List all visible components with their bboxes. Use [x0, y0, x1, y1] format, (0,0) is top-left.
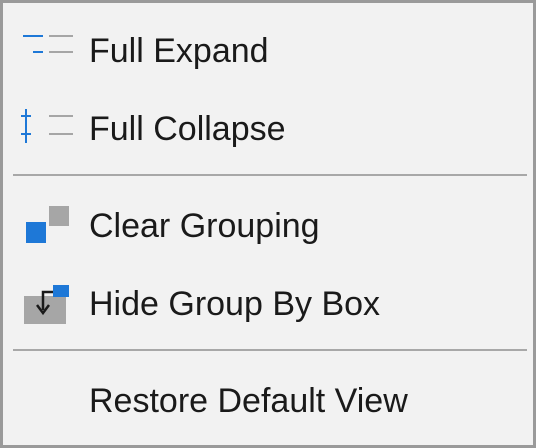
- menu-item-hide-group-by-box[interactable]: Hide Group By Box: [3, 269, 533, 339]
- menu-item-label: Full Collapse: [89, 110, 286, 148]
- menu-item-label: Restore Default View: [89, 382, 408, 420]
- context-menu: Full Expand Full Collapse Clear Grouping: [0, 0, 536, 448]
- menu-item-label: Clear Grouping: [89, 207, 320, 245]
- menu-item-clear-grouping[interactable]: Clear Grouping: [3, 191, 533, 261]
- menu-item-label: Full Expand: [89, 32, 269, 70]
- menu-item-restore-default-view[interactable]: Restore Default View: [3, 366, 533, 436]
- menu-item-full-expand[interactable]: Full Expand: [3, 16, 533, 86]
- clear-grouping-icon: [19, 204, 75, 248]
- full-collapse-icon: [19, 107, 75, 151]
- full-expand-icon: [19, 29, 75, 73]
- menu-item-label: Hide Group By Box: [89, 285, 381, 323]
- menu-item-full-collapse[interactable]: Full Collapse: [3, 94, 533, 164]
- menu-separator: [13, 349, 527, 351]
- menu-separator: [13, 174, 527, 176]
- hide-group-by-box-icon: [19, 282, 75, 326]
